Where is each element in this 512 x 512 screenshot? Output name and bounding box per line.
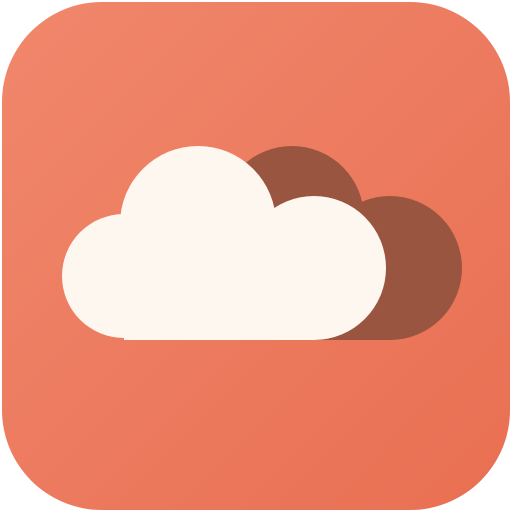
app-icon-canvas <box>0 0 512 512</box>
cloud-app-icon[interactable] <box>0 0 512 512</box>
